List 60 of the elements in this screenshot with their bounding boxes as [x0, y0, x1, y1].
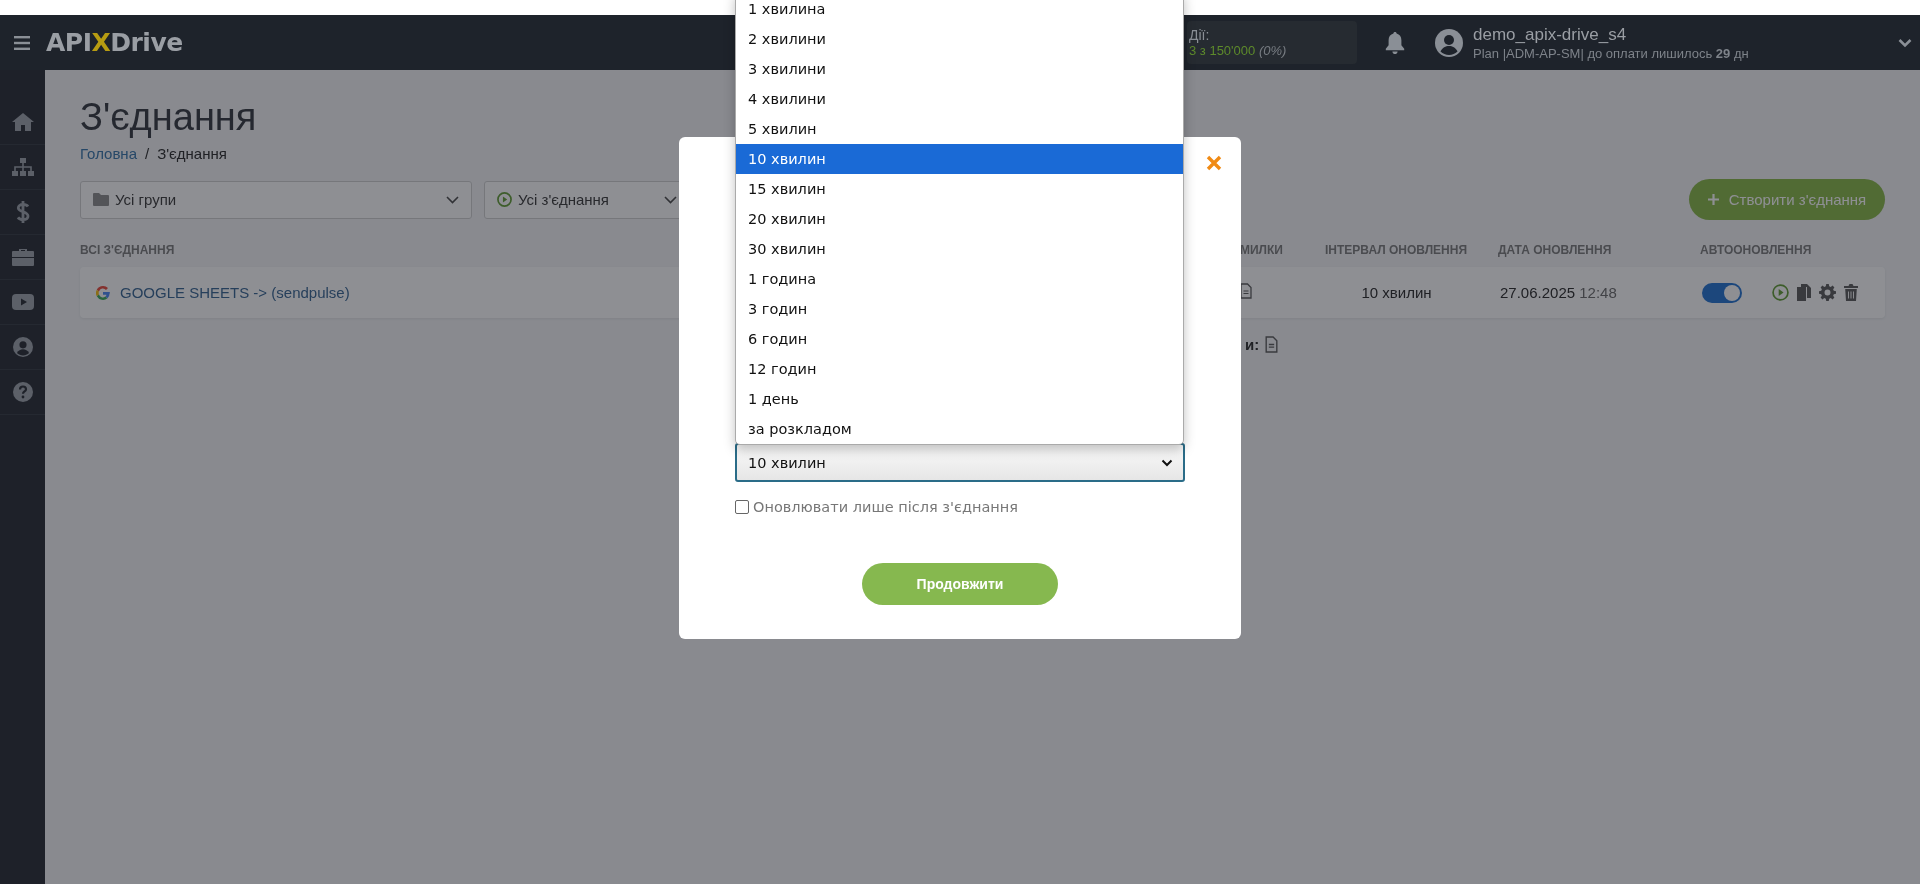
folder-icon [93, 193, 109, 206]
close-icon[interactable] [1206, 155, 1222, 171]
help-icon[interactable] [12, 382, 33, 402]
chevron-down-icon [446, 195, 459, 204]
actions-value: 3 з 150'000 (0%) [1189, 43, 1288, 58]
breadcrumb-separator: / [145, 145, 150, 162]
filter-dropdown[interactable]: Усі групи [80, 180, 472, 219]
dropdown-option[interactable]: 3 годин [736, 294, 1183, 324]
document-icon[interactable] [1240, 282, 1252, 299]
dropdown-option[interactable]: 1 година [736, 264, 1183, 294]
column-header: ІНТЕРВАЛ ОНОВЛЕННЯ [1325, 243, 1469, 257]
play-circle-icon[interactable] [1772, 284, 1789, 301]
trash-icon[interactable] [1844, 284, 1858, 301]
update-date-cell-text: 27.06.2025 12:48 [1499, 284, 1618, 301]
dropdown-option[interactable]: 1 день [736, 384, 1183, 414]
interval-cell: 10 хвилин [1361, 284, 1432, 301]
dropdown-option[interactable]: 20 хвилин [736, 204, 1183, 234]
chevron-down-icon [664, 195, 677, 204]
logo[interactable]: APIXDrive [46, 28, 183, 57]
errors-label: и: [1245, 336, 1260, 353]
sitemap-icon[interactable] [11, 158, 34, 176]
dropdown-option[interactable]: 30 хвилин [736, 234, 1183, 264]
menu-icon[interactable] [14, 35, 30, 50]
checkbox-label: Оновлювати лише після з'єднання [753, 499, 1018, 515]
briefcase-icon[interactable] [11, 248, 34, 266]
breadcrumb-current: З'єднання [157, 145, 227, 162]
user-name[interactable]: demo_apix-drive_s4 [1473, 24, 1898, 45]
page-title: З'єднання [80, 96, 257, 139]
video-play-icon[interactable] [11, 294, 34, 310]
column-header: ДАТА ОНОВЛЕННЯ [1498, 243, 1613, 257]
home-icon[interactable] [11, 113, 34, 131]
dropdown-option[interactable]: 1 хвилина [736, 0, 1183, 24]
section-label: ВСІ З'ЄДНАННЯ [80, 243, 175, 257]
dropdown-option[interactable]: за розкладом [736, 414, 1183, 444]
copy-icon[interactable] [1797, 284, 1811, 301]
actions-label: Дії: [1189, 27, 1211, 43]
dollar-icon[interactable] [15, 201, 30, 223]
bell-icon[interactable] [1385, 31, 1405, 54]
google-icon [96, 285, 110, 300]
chevron-down-icon [1161, 458, 1173, 467]
checkbox[interactable] [735, 500, 749, 514]
settings-icon[interactable] [1819, 284, 1836, 301]
play-circle-icon [497, 192, 512, 207]
dropdown-option[interactable]: 10 хвилин [736, 144, 1183, 174]
dropdown-option[interactable]: 2 хвилини [736, 24, 1183, 54]
dropdown-option[interactable]: 5 хвилин [736, 114, 1183, 144]
column-header: АВТООНОВЛЕННЯ [1700, 243, 1813, 257]
avatar-icon[interactable] [1435, 28, 1463, 57]
chevron-down-icon[interactable] [1898, 37, 1912, 48]
plus-icon [1707, 194, 1719, 205]
autoupdate-toggle[interactable] [1702, 282, 1742, 303]
plan-info: Plan |ADM-AP-SM| до оплати лишилось 29 дн [1473, 45, 1750, 61]
dropdown-option[interactable]: 3 хвилини [736, 54, 1183, 84]
interval-select[interactable]: 10 хвилин [735, 443, 1185, 482]
dropdown-option[interactable]: 12 годин [736, 354, 1183, 384]
user-icon[interactable] [12, 337, 33, 357]
dropdown-option[interactable]: 6 годин [736, 324, 1183, 354]
dropdown-option[interactable]: 4 хвилини [736, 84, 1183, 114]
column-header: МИЛКИ [1240, 243, 1284, 257]
dropdown-option[interactable]: 15 хвилин [736, 174, 1183, 204]
